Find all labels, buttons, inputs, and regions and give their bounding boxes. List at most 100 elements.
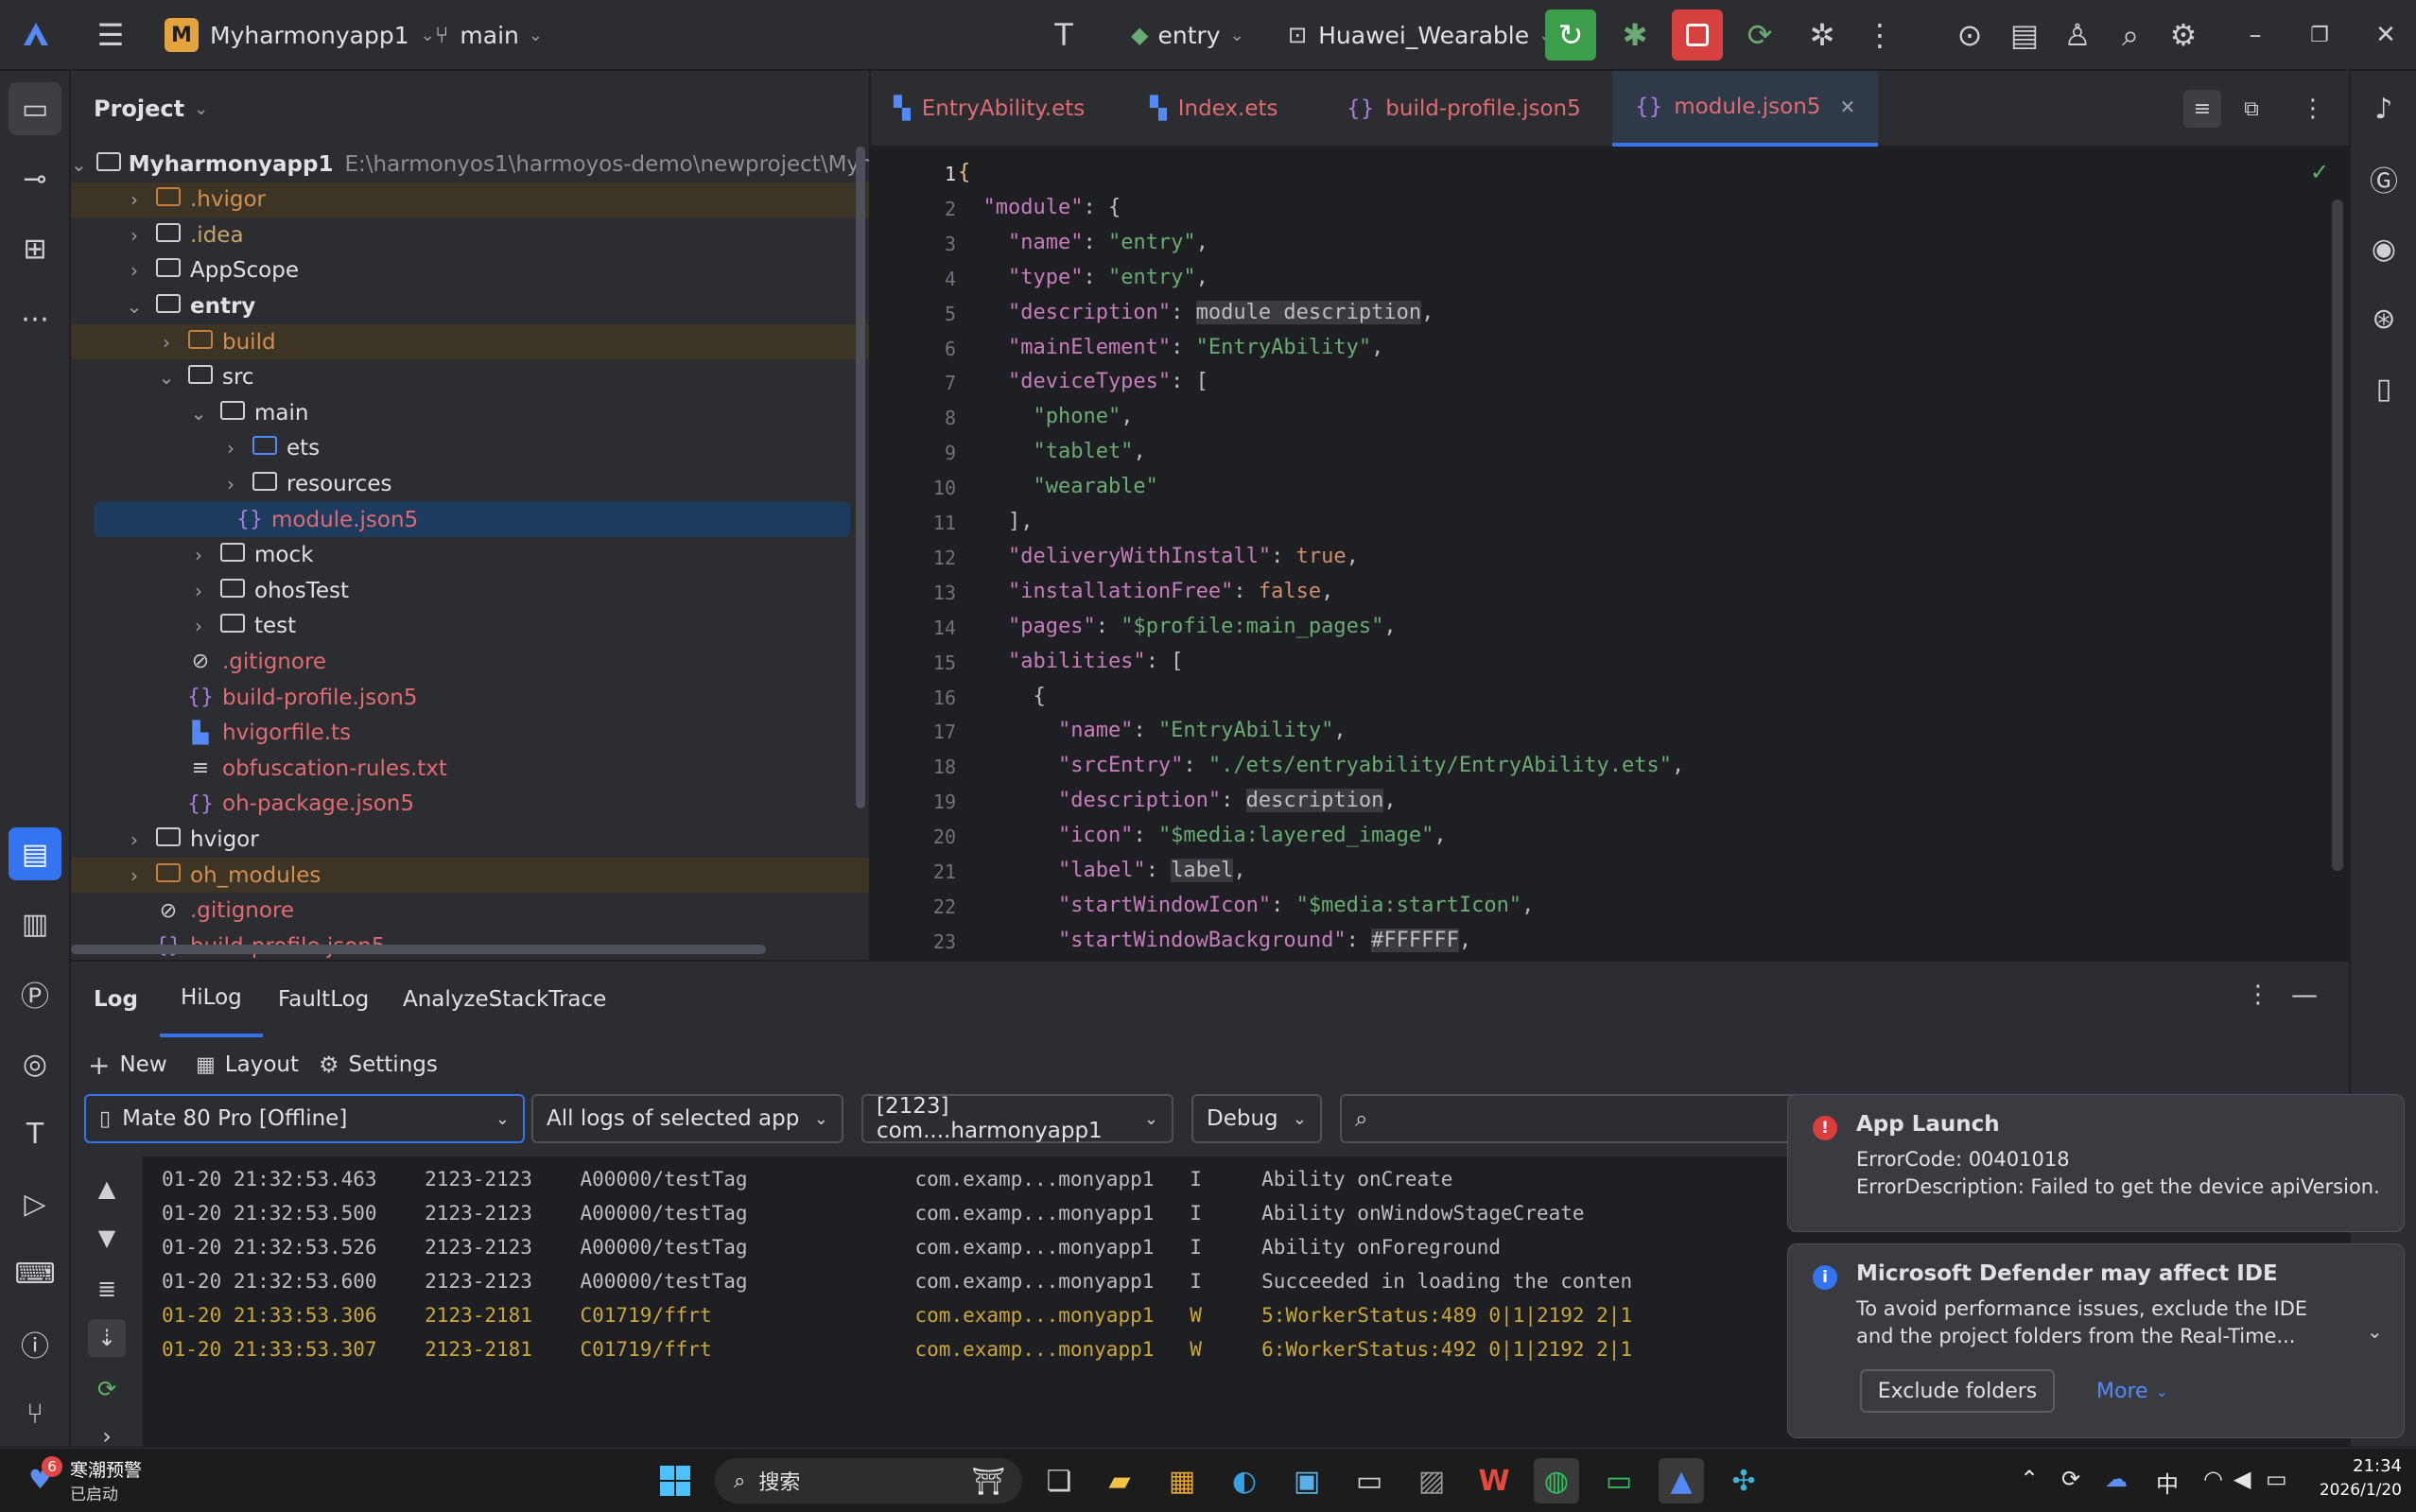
tree-item[interactable]: › oh_modules xyxy=(71,858,869,893)
tree-item[interactable]: › .idea xyxy=(71,217,869,252)
chevron-right-icon[interactable]: › xyxy=(188,615,209,637)
clock-date[interactable]: 2026/1/20 xyxy=(2307,1481,2402,1500)
device-manager-icon[interactable]: ▯ xyxy=(2357,362,2410,415)
edge-browser-icon[interactable]: ◐ xyxy=(1222,1458,1267,1503)
chevron-down-icon[interactable]: ⌄ xyxy=(156,366,177,389)
terminal-icon[interactable]: ⌨ xyxy=(9,1247,61,1300)
profiler-p-icon[interactable]: Ⓟ xyxy=(9,967,61,1020)
code-editor[interactable]: 123456789101112131415161718192021222324 … xyxy=(871,148,2349,960)
notifications-bell-icon[interactable]: ♪ xyxy=(2357,82,2410,135)
log-level-select[interactable]: Debug ⌄ xyxy=(1191,1094,1322,1143)
previewer-eye-icon[interactable]: ◉ xyxy=(2357,222,2410,275)
wifi-icon[interactable]: ◠ xyxy=(2203,1466,2223,1492)
editor-scrollbar[interactable] xyxy=(2332,200,2343,871)
commit-icon[interactable]: ⊸ xyxy=(9,152,61,205)
log-line[interactable]: 01-20 21:32:53.600 2123-2123 A00000/test… xyxy=(162,1270,1632,1304)
deveco-studio-taskbar-icon[interactable]: ▲ xyxy=(1659,1458,1704,1503)
log-tool-icon[interactable]: ▤ xyxy=(9,827,61,880)
settings-gear-icon[interactable]: ⚙ xyxy=(2160,0,2207,70)
wechat-icon[interactable]: ◍ xyxy=(1534,1458,1579,1503)
tree-item[interactable]: › resources xyxy=(71,466,869,501)
chevron-right-icon[interactable]: › xyxy=(124,188,145,211)
run-icon[interactable]: ▷ xyxy=(9,1177,61,1230)
services-icon[interactable]: ◎ xyxy=(9,1037,61,1090)
tree-item[interactable]: ⊘ .gitignore xyxy=(71,894,869,929)
tab-index-ets[interactable]: ▚ Index.ets xyxy=(1150,71,1278,147)
tree-item[interactable]: ⌄ src xyxy=(71,360,869,395)
restart-log-icon[interactable]: ⟳ xyxy=(88,1370,126,1408)
more-actions-icon[interactable]: ⋮ xyxy=(1861,0,1899,70)
exclude-folders-button[interactable]: Exclude folders xyxy=(1860,1369,2055,1413)
chevron-right-icon[interactable]: › xyxy=(124,259,145,282)
tab-analyzestacktrace[interactable]: AnalyzeStackTrace xyxy=(403,962,606,1037)
tab-hilog[interactable]: HiLog xyxy=(160,962,263,1037)
hide-panel-icon[interactable]: — xyxy=(2291,979,2318,1010)
battery-icon[interactable]: ▭ xyxy=(2266,1466,2287,1492)
clock-time[interactable]: 21:34 xyxy=(2317,1456,2402,1476)
tree-item[interactable]: › hvigor xyxy=(71,822,869,857)
taskbar-search-box[interactable]: ⌕ 搜索 ⛩ xyxy=(715,1458,1022,1503)
tree-item[interactable]: {} oh-package.json5 xyxy=(71,787,869,822)
terminal-app-icon[interactable]: ▭ xyxy=(1347,1458,1392,1503)
onedrive-tray-icon[interactable]: ☁ xyxy=(2105,1466,2128,1492)
chevron-right-icon[interactable]: › xyxy=(220,473,241,495)
tree-item[interactable]: › mock xyxy=(71,538,869,573)
device-selector[interactable]: ⊡ Huawei_Wearable ⌄ xyxy=(1288,0,1553,70)
ms-store-icon[interactable]: ▦ xyxy=(1159,1458,1205,1503)
file-explorer-icon[interactable]: ▰ xyxy=(1097,1458,1142,1503)
tree-item[interactable]: › .hvigor xyxy=(71,182,869,217)
settings-button[interactable]: ⚙ Settings xyxy=(319,1041,438,1088)
remote-desktop-icon[interactable]: ▣ xyxy=(1284,1458,1330,1503)
windows-start-icon[interactable] xyxy=(652,1458,698,1503)
tree-item[interactable]: ▙ hvigorfile.ts xyxy=(71,716,869,751)
scroll-up-icon[interactable]: ▲ xyxy=(88,1170,126,1208)
database-icon[interactable]: ▥ xyxy=(9,897,61,950)
code-view-icon[interactable]: ≡ xyxy=(2183,90,2221,128)
chevron-right-icon[interactable]: › xyxy=(188,544,209,566)
app-launch-notification[interactable]: ! App Launch ErrorCode: 00401018 ErrorDe… xyxy=(1787,1094,2405,1232)
main-menu-icon[interactable]: ☰ xyxy=(87,0,134,70)
ai-assistant-icon[interactable]: ⊛ xyxy=(2357,292,2410,345)
tree-item[interactable]: ≡ obfuscation-rules.txt xyxy=(71,751,869,786)
tab-entryability-ets[interactable]: ▚ EntryAbility.ets xyxy=(894,71,1085,147)
build-hammer-icon[interactable]: T xyxy=(9,1107,61,1160)
expand-chevron-icon[interactable]: ⌄ xyxy=(2367,1320,2383,1343)
wps-office-icon[interactable]: W xyxy=(1471,1458,1517,1503)
log-scope-select[interactable]: All logs of selected app ⌄ xyxy=(531,1094,843,1143)
network-app-icon[interactable]: ✣ xyxy=(1721,1458,1766,1503)
tree-item[interactable]: › test xyxy=(71,609,869,644)
weather-widget[interactable]: ♥ 6 xyxy=(25,1456,62,1502)
close-tab-icon[interactable]: ✕ xyxy=(1839,96,1855,118)
device-file-browser-icon[interactable]: ▤ xyxy=(2001,0,2048,70)
volume-icon[interactable]: ◀ xyxy=(2233,1466,2251,1492)
branch-switcher[interactable]: ⑂ main ⌄ xyxy=(435,0,543,70)
project-view-selector[interactable]: Project ⌄ xyxy=(71,71,869,147)
profiler-icon[interactable]: ⊙ xyxy=(1946,0,1993,70)
close-window-icon[interactable]: ✕ xyxy=(2362,0,2409,70)
split-view-icon[interactable]: ⧉ xyxy=(2233,90,2270,128)
tree-item[interactable]: {} module.json5 xyxy=(94,502,850,537)
screen-app-icon[interactable]: ▭ xyxy=(1596,1458,1642,1503)
tree-item[interactable]: › AppScope xyxy=(71,253,869,288)
tree-item[interactable]: {} build-profile.json5 xyxy=(71,680,869,715)
tree-vertical-scrollbar[interactable] xyxy=(856,147,865,808)
chevron-down-icon[interactable]: ⌄ xyxy=(124,295,145,318)
scroll-down-icon[interactable]: ▼ xyxy=(88,1219,126,1257)
tree-item[interactable]: ⌄ main xyxy=(71,395,869,430)
new-log-button[interactable]: + New xyxy=(88,1041,167,1088)
tree-horizontal-scrollbar[interactable] xyxy=(71,945,766,954)
project-switcher[interactable]: M Myharmonyapp1 ⌄ xyxy=(165,0,435,70)
rerun-button[interactable]: ↻ xyxy=(1544,0,1597,70)
log-line[interactable]: 01-20 21:32:53.463 2123-2123 A00000/test… xyxy=(162,1168,1452,1202)
tree-item[interactable]: ⊘ .gitignore xyxy=(71,644,869,679)
search-icon[interactable]: ⌕ xyxy=(2107,0,2154,70)
build-tool-icon[interactable]: T xyxy=(1040,0,1087,70)
defender-notification[interactable]: i Microsoft Defender may affect IDE To a… xyxy=(1787,1243,2405,1438)
project-view-icon[interactable]: ▭ xyxy=(9,82,61,135)
tree-item[interactable]: › ets xyxy=(71,431,869,466)
problems-icon[interactable]: ⓘ xyxy=(9,1317,61,1370)
attach-debugger-icon[interactable]: ✲ xyxy=(1799,0,1846,70)
show-hidden-icons-chevron[interactable]: ⌃ xyxy=(2020,1466,2039,1492)
log-line[interactable]: 01-20 21:32:53.500 2123-2123 A00000/test… xyxy=(162,1202,1585,1236)
git-icon[interactable]: ⑂ xyxy=(9,1387,61,1440)
